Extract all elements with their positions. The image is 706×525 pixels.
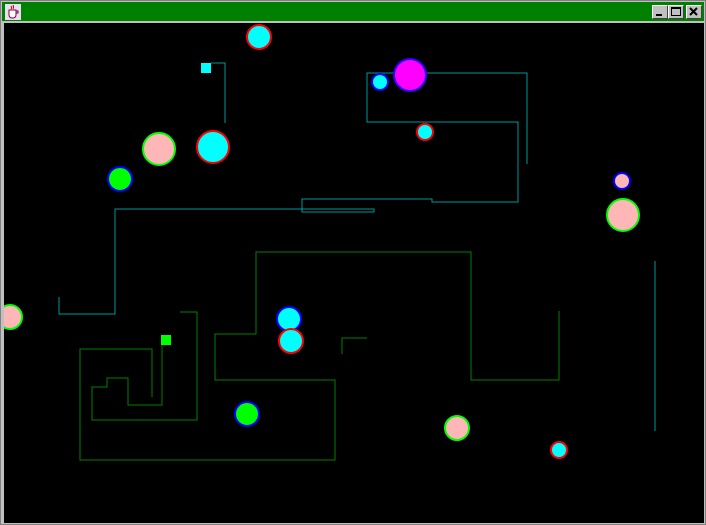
ball: [416, 123, 434, 141]
maximize-button[interactable]: [668, 5, 684, 19]
ball: [606, 198, 640, 232]
trail-segment: [341, 337, 367, 354]
title-bar[interactable]: [2, 2, 704, 21]
ball: [196, 130, 230, 164]
minimize-icon: [656, 14, 662, 16]
maximize-icon: [671, 7, 681, 16]
trail-segment: [79, 333, 336, 461]
trail-segment: [91, 311, 198, 421]
ball: [444, 415, 470, 441]
game-canvas[interactable]: [4, 23, 704, 523]
ball: [393, 58, 427, 92]
ball: [371, 73, 389, 91]
ball: [613, 172, 631, 190]
game-window: [0, 0, 706, 525]
ball: [142, 132, 176, 166]
close-icon: [689, 7, 698, 16]
close-button[interactable]: [686, 5, 702, 19]
trail-segment: [58, 85, 519, 315]
cyan-player: [201, 63, 211, 73]
ball: [278, 328, 304, 354]
ball: [4, 304, 23, 330]
ball: [276, 306, 302, 332]
ball: [246, 24, 272, 50]
trail-segment: [366, 72, 528, 164]
ball: [234, 401, 260, 427]
ball: [107, 166, 133, 192]
minimize-button[interactable]: [652, 5, 668, 19]
java-coffee-cup-icon: [5, 4, 21, 20]
ball: [550, 441, 568, 459]
game-board: [4, 24, 656, 461]
green-player: [161, 335, 171, 345]
trail-segment: [211, 62, 226, 123]
